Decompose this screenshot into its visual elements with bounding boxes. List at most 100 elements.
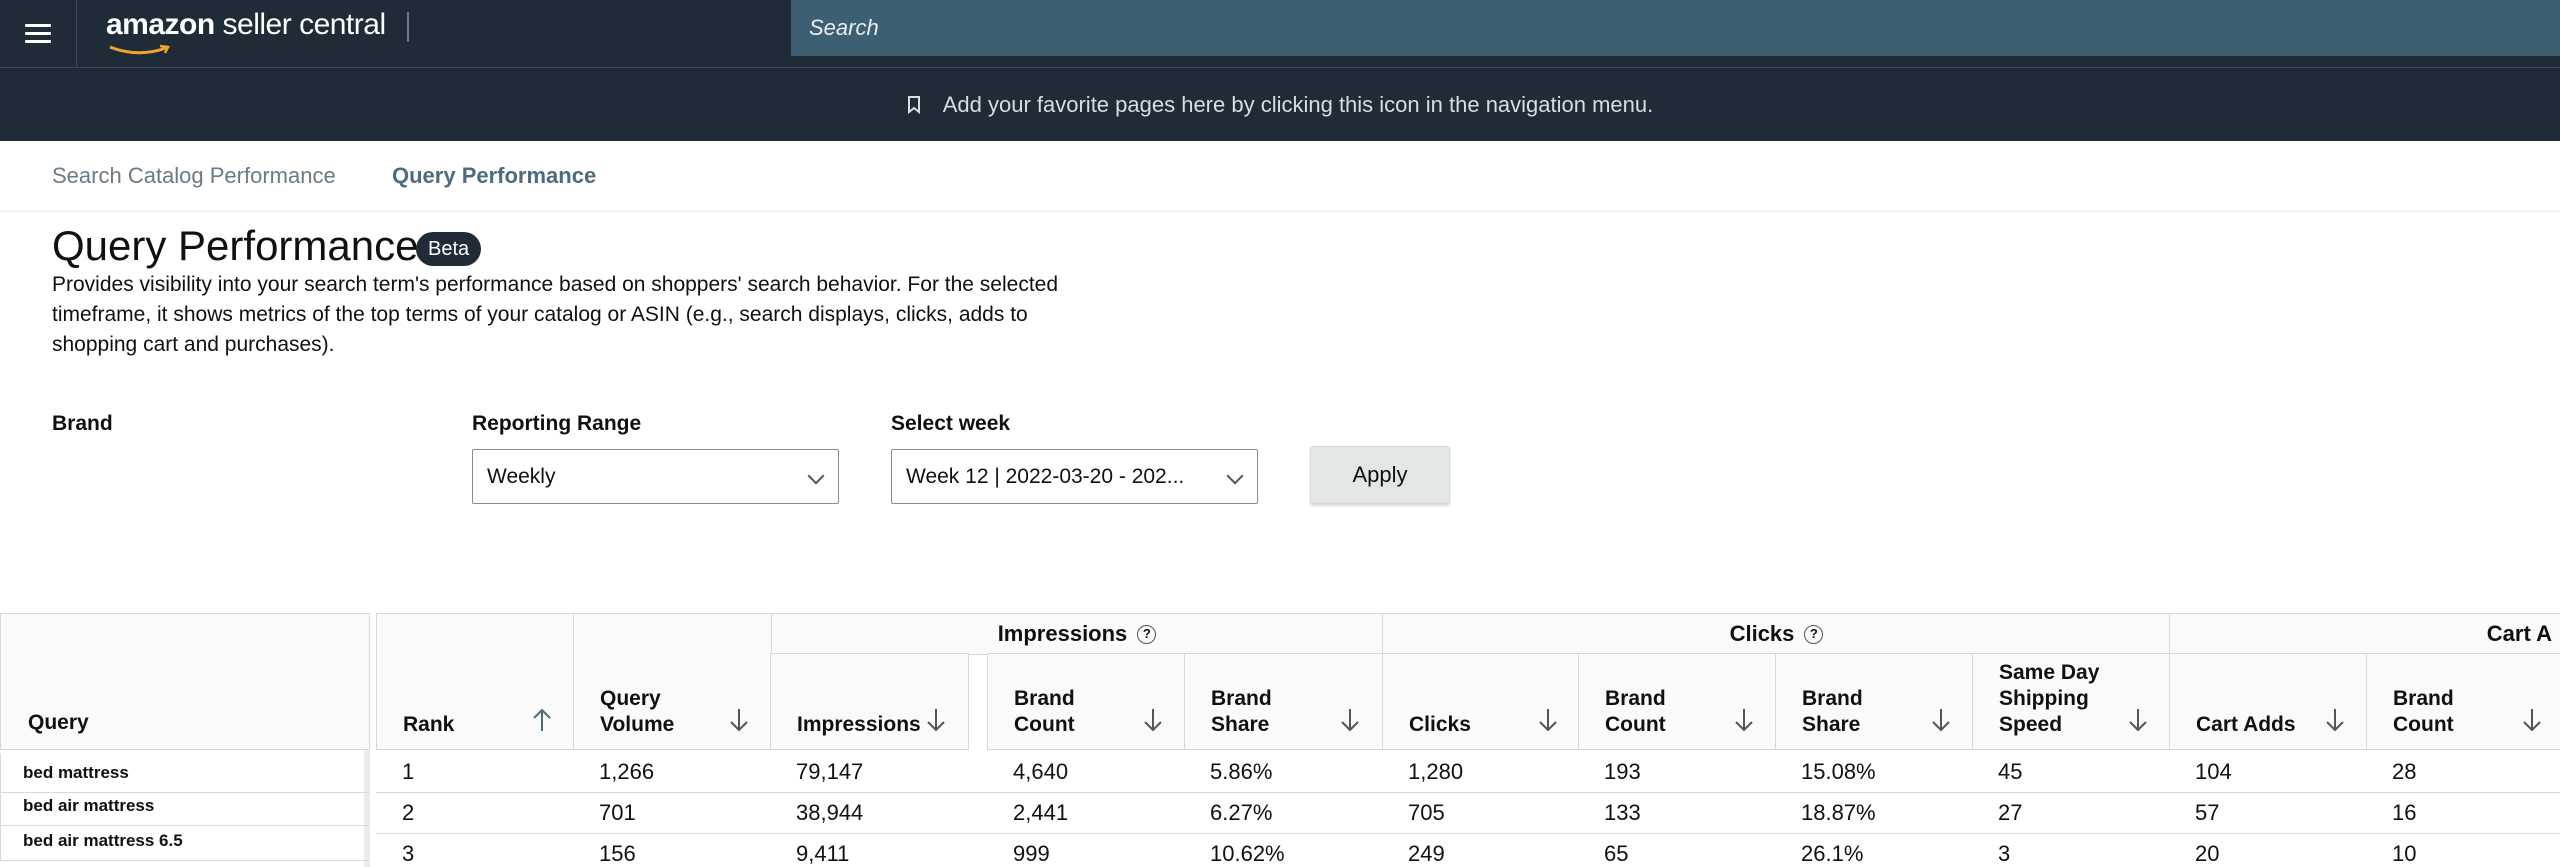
brand-filter-label: Brand: [52, 412, 113, 435]
query-cell[interactable]: bed air mattress 6.5: [0, 822, 370, 861]
column-header-label: Impressions: [797, 712, 921, 738]
sort-descending-icon[interactable]: [926, 707, 946, 733]
table-cell: 10: [2392, 840, 2417, 866]
column-header[interactable]: Brand Share: [1775, 653, 1974, 750]
table-cell: 15.08%: [1801, 758, 1876, 784]
column-header-label: Same Day Shipping Speed: [1999, 660, 2099, 738]
table-cell: 3: [1998, 840, 2011, 866]
query-cell[interactable]: bed air mattress: [0, 787, 370, 826]
global-search-bar[interactable]: [791, 0, 2560, 56]
hamburger-menu-button[interactable]: [0, 0, 77, 68]
column-header-line: Count: [1605, 713, 1666, 736]
sort-descending-icon[interactable]: [1538, 707, 1558, 733]
column-header-line: Shipping: [1999, 687, 2089, 710]
search-input[interactable]: [809, 15, 2560, 41]
apply-button[interactable]: Apply: [1310, 446, 1450, 504]
impressions-group-header: Impressions?: [770, 613, 1384, 655]
table-cell: 104: [2195, 758, 2232, 784]
column-header[interactable]: Brand Share: [1184, 653, 1383, 750]
query-header[interactable]: Query: [0, 613, 370, 750]
reporting-range-select[interactable]: Weekly: [472, 449, 839, 504]
sort-descending-icon[interactable]: [1931, 707, 1951, 733]
table-cell: 1,266: [599, 758, 655, 784]
table-cell: 4,640: [1013, 758, 1069, 784]
bookmark-icon: [907, 95, 920, 114]
sort-descending-icon[interactable]: [2325, 707, 2345, 733]
column-header-label: Clicks: [1409, 712, 1471, 738]
table-cell: 38,944: [796, 799, 864, 825]
sort-descending-icon[interactable]: [2128, 707, 2148, 733]
select-week-dropdown[interactable]: Week 12 | 2022-03-20 - 202...: [891, 449, 1258, 504]
clicks-group-header: Clicks?: [1382, 613, 2171, 655]
table-cell: 3: [402, 840, 415, 866]
column-header-line: Brand: [1605, 687, 1666, 710]
column-header-line: Brand: [1802, 687, 1863, 710]
column-header[interactable]: Clicks: [1382, 653, 1581, 750]
help-icon[interactable]: ?: [1804, 624, 1824, 644]
table-cell: 65: [1604, 840, 1629, 866]
sort-descending-icon[interactable]: [2522, 707, 2542, 733]
tab-query-performance[interactable]: Query Performance: [392, 163, 596, 189]
sort-descending-icon[interactable]: [729, 707, 749, 733]
table-cell: 6.27%: [1210, 799, 1273, 825]
page-title: Query Performance: [52, 222, 419, 269]
group-label: Impressions: [997, 621, 1128, 646]
table-cell: 10.62%: [1210, 840, 1285, 866]
table-cell: 133: [1604, 799, 1641, 825]
sort-descending-icon[interactable]: [1143, 707, 1163, 733]
column-header-line: Brand: [1014, 687, 1075, 710]
table-cell: 16: [2392, 799, 2417, 825]
table-cell: 701: [599, 799, 636, 825]
chevron-down-icon: [807, 467, 825, 485]
table-cell: 20: [2195, 840, 2220, 866]
logo-text-rest: seller central: [214, 8, 387, 41]
sort-descending-icon[interactable]: [1734, 707, 1754, 733]
column-header[interactable]: Brand Count: [1578, 653, 1777, 750]
group-label: Clicks: [1729, 621, 1795, 646]
column-header[interactable]: Impressions: [770, 653, 969, 750]
column-header-line: Speed: [1999, 713, 2063, 736]
column-header-line: Count: [1014, 713, 1075, 736]
column-header[interactable]: Query Volume: [573, 613, 772, 750]
column-header-line: Brand: [2393, 687, 2454, 710]
table-cell: 193: [1604, 758, 1641, 784]
column-header-line: Brand: [1211, 687, 1272, 710]
table-cell: 79,147: [796, 758, 864, 784]
table-cell: 156: [599, 840, 636, 866]
column-header-label: Query Volume: [600, 686, 674, 738]
column-header-label: Brand Count: [1014, 686, 1075, 738]
table-cell: 45: [1998, 758, 2023, 784]
sort-descending-icon[interactable]: [1340, 707, 1360, 733]
query-performance-table: Query bed mattress bed air mattress bed …: [0, 613, 2560, 867]
column-header-label: Cart Adds: [2196, 712, 2296, 738]
table-cell: 9,411: [796, 840, 850, 866]
column-header-line: Cart Adds: [2196, 713, 2296, 736]
column-header[interactable]: Brand Count: [987, 653, 1186, 750]
reporting-range-value: Weekly: [487, 464, 556, 488]
table-cell: 27: [1998, 799, 2023, 825]
column-header-line: Query: [600, 687, 661, 710]
top-navigation-bar: amazon seller central: [0, 0, 2560, 68]
logo-text-bold: amazon: [106, 8, 215, 41]
column-header-label: Brand Count: [1605, 686, 1666, 738]
table-cell: 18.87%: [1801, 799, 1876, 825]
help-icon[interactable]: ?: [1137, 624, 1157, 644]
column-header-line: Count: [2393, 713, 2454, 736]
column-header[interactable]: Cart Adds: [2169, 653, 2368, 750]
column-header-line: Rank: [403, 713, 455, 736]
column-header[interactable]: Rank: [376, 613, 575, 750]
column-header[interactable]: Same Day Shipping Speed: [1972, 653, 2171, 750]
metrics-grid: Impressions? Clicks? Cart A Rank Query Vol…: [376, 613, 2560, 867]
select-week-label: Select week: [891, 412, 1011, 435]
select-week-value: Week 12 | 2022-03-20 - 202...: [906, 464, 1185, 488]
table-cell: 2,441: [1013, 799, 1069, 825]
tab-search-catalog-performance[interactable]: Search Catalog Performance: [52, 163, 336, 189]
column-header-line: Clicks: [1409, 713, 1471, 736]
sort-ascending-icon[interactable]: [532, 707, 552, 733]
column-header[interactable]: Brand Count: [2366, 653, 2560, 750]
column-header-line: Volume: [600, 713, 675, 736]
table-cell: 1: [402, 758, 415, 784]
table-cell: 57: [2195, 799, 2220, 825]
amazon-seller-central-logo[interactable]: amazon seller central: [106, 8, 387, 55]
column-header-label: Brand Share: [1802, 686, 1863, 738]
